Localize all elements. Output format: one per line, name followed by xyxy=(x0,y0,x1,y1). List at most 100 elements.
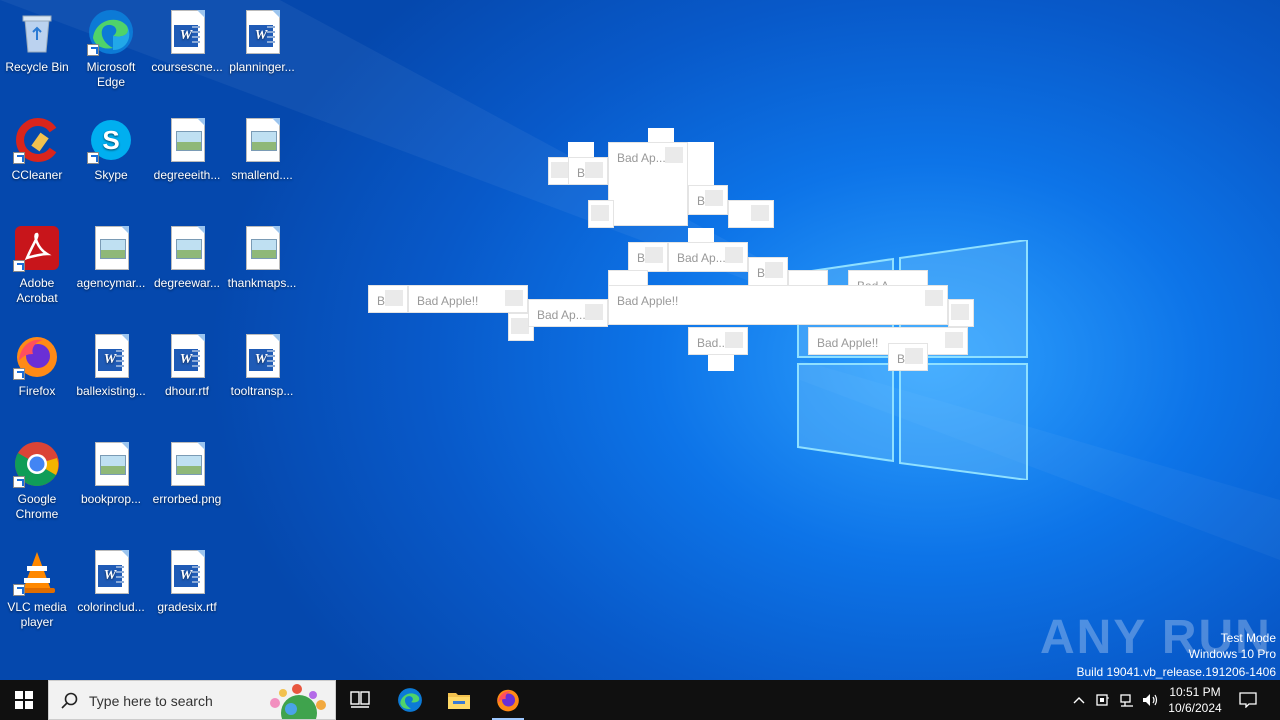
tray-device-button[interactable] xyxy=(1092,680,1114,720)
bad-apple-window[interactable] xyxy=(728,200,774,228)
bad-apple-window[interactable]: Bad Apple!! xyxy=(608,285,948,325)
start-button[interactable] xyxy=(0,680,48,720)
desktop-icon-file-smallend[interactable]: smallend.... xyxy=(225,110,299,210)
desktop-icon-file-bookprop[interactable]: bookprop... xyxy=(74,434,148,534)
bad-apple-window[interactable]: Bad... xyxy=(688,327,748,355)
shortcut-arrow-icon xyxy=(87,44,99,56)
close-icon[interactable] xyxy=(925,290,943,306)
taskbar-search-box[interactable]: Type here to search xyxy=(48,680,336,720)
close-icon[interactable] xyxy=(705,190,723,206)
desktop-icon-skype[interactable]: S Skype xyxy=(74,110,148,210)
volume-button[interactable] xyxy=(1140,680,1162,720)
desktop-icon-file-ballexisting[interactable]: W ballexisting... xyxy=(74,326,148,426)
close-icon[interactable] xyxy=(551,162,569,178)
desktop-icon-recycle-bin[interactable]: Recycle Bin xyxy=(0,2,74,102)
desktop-icon-label: planninger... xyxy=(229,60,295,74)
word-document-icon: W xyxy=(238,8,286,56)
network-button[interactable] xyxy=(1116,680,1138,720)
bad-apple-window[interactable]: B. xyxy=(748,257,788,287)
network-icon xyxy=(1120,694,1133,707)
close-icon[interactable] xyxy=(725,332,743,348)
close-icon[interactable] xyxy=(645,247,663,263)
close-icon[interactable] xyxy=(665,147,683,163)
bad-apple-window[interactable]: Bad Apple!! xyxy=(408,285,528,313)
close-icon[interactable] xyxy=(765,262,783,278)
chevron-up-icon xyxy=(1073,697,1085,704)
close-icon[interactable] xyxy=(385,290,403,306)
desktop-icon-file-planninger[interactable]: W planninger... xyxy=(225,2,299,102)
image-file-icon xyxy=(238,224,286,272)
desktop-icon-microsoft-edge[interactable]: Microsoft Edge xyxy=(74,2,148,102)
close-icon[interactable] xyxy=(951,304,969,320)
word-document-icon: W xyxy=(163,8,211,56)
task-view-button[interactable] xyxy=(336,680,384,720)
firefox-icon xyxy=(497,689,519,712)
image-file-icon xyxy=(87,224,135,272)
desktop-icon-label: Google Chrome xyxy=(15,492,59,521)
desktop-icon-label: smallend.... xyxy=(231,168,293,182)
desktop-icon-file-errorbed[interactable]: errorbed.png xyxy=(150,434,224,534)
desktop-icon-firefox[interactable]: Firefox xyxy=(0,326,74,426)
taskbar-edge-button[interactable] xyxy=(386,680,434,720)
bad-apple-window[interactable]: B... xyxy=(568,157,608,185)
shortcut-arrow-icon xyxy=(13,476,25,488)
windows-edition-text: Windows 10 Pro xyxy=(1188,647,1276,661)
desktop-icon-file-dhour[interactable]: W dhour.rtf xyxy=(150,326,224,426)
close-icon[interactable] xyxy=(591,205,609,221)
skype-icon: S xyxy=(87,116,135,164)
taskbar-file-explorer-button[interactable] xyxy=(435,680,483,720)
close-icon[interactable] xyxy=(585,162,603,178)
bad-apple-window[interactable]: B. xyxy=(688,185,728,215)
close-icon[interactable] xyxy=(945,332,963,348)
folder-icon xyxy=(448,693,470,709)
desktop-icon-label: thankmaps... xyxy=(227,276,297,290)
word-document-icon: W xyxy=(87,548,135,596)
close-icon[interactable] xyxy=(751,205,769,221)
bad-apple-window[interactable]: B. xyxy=(888,343,928,371)
desktop-icon-file-colorinclud[interactable]: W colorinclud... xyxy=(74,542,148,642)
shortcut-arrow-icon xyxy=(13,584,25,596)
close-icon[interactable] xyxy=(585,304,603,320)
word-document-icon: W xyxy=(238,332,286,380)
close-icon[interactable] xyxy=(905,348,923,364)
desktop-icon-label: errorbed.png xyxy=(152,492,222,506)
desktop-icon-vlc[interactable]: VLC media player xyxy=(0,542,74,642)
desktop-icon-file-gradesix[interactable]: W gradesix.rtf xyxy=(150,542,224,642)
bad-apple-window[interactable]: B. xyxy=(368,285,408,313)
bad-apple-window[interactable]: Bad Ap... xyxy=(668,242,748,272)
taskbar-firefox-button[interactable] xyxy=(484,680,532,720)
clock-time: 10:51 PM xyxy=(1169,685,1221,699)
desktop-icon-file-coursescne[interactable]: W coursescne... xyxy=(150,2,224,102)
bad-apple-window[interactable]: Bad Ap... xyxy=(608,142,688,226)
desktop-icon-label: dhour.rtf xyxy=(164,384,210,398)
desktop-icon-file-thankmaps[interactable]: thankmaps... xyxy=(225,218,299,318)
show-hidden-icons-button[interactable] xyxy=(1068,680,1090,720)
ccleaner-icon xyxy=(13,116,61,164)
desktop-icon-ccleaner[interactable]: CCleaner xyxy=(0,110,74,210)
bad-apple-window-fragment xyxy=(688,142,714,187)
close-icon[interactable] xyxy=(505,290,523,306)
build-info-text: Build 19041.vb_release.191206-1406 xyxy=(1076,665,1277,679)
task-view-icon xyxy=(350,691,370,708)
taskbar-clock[interactable]: 10:51 PM 10/6/2024 xyxy=(1160,684,1230,716)
recycle-bin-icon xyxy=(13,8,61,56)
word-document-icon: W xyxy=(163,332,211,380)
taskbar: Type here to search 10:51 PM 10/6/2024 xyxy=(0,680,1280,720)
desktop-icon-label: gradesix.rtf xyxy=(157,600,217,614)
bad-apple-window[interactable]: Bad Ap... xyxy=(528,299,608,327)
desktop-icon-file-degreewar[interactable]: degreewar... xyxy=(150,218,224,318)
desktop-icon-file-tooltransp[interactable]: W tooltransp... xyxy=(225,326,299,426)
desktop-icon-google-chrome[interactable]: Google Chrome xyxy=(0,434,74,534)
close-icon[interactable] xyxy=(725,247,743,263)
bad-apple-window[interactable] xyxy=(948,299,974,327)
desktop-icon-file-degreeeith[interactable]: degreeeith... xyxy=(150,110,224,210)
bad-apple-window[interactable] xyxy=(588,200,614,228)
search-icon xyxy=(61,692,78,709)
shortcut-arrow-icon xyxy=(13,368,25,380)
desktop-icon-file-agencymar[interactable]: agencymar... xyxy=(74,218,148,318)
action-center-button[interactable] xyxy=(1234,680,1262,720)
bad-apple-window[interactable]: B. xyxy=(628,242,668,272)
desktop-icon-adobe-acrobat[interactable]: Adobe Acrobat xyxy=(0,218,74,318)
close-icon[interactable] xyxy=(511,318,529,334)
shortcut-arrow-icon xyxy=(87,152,99,164)
